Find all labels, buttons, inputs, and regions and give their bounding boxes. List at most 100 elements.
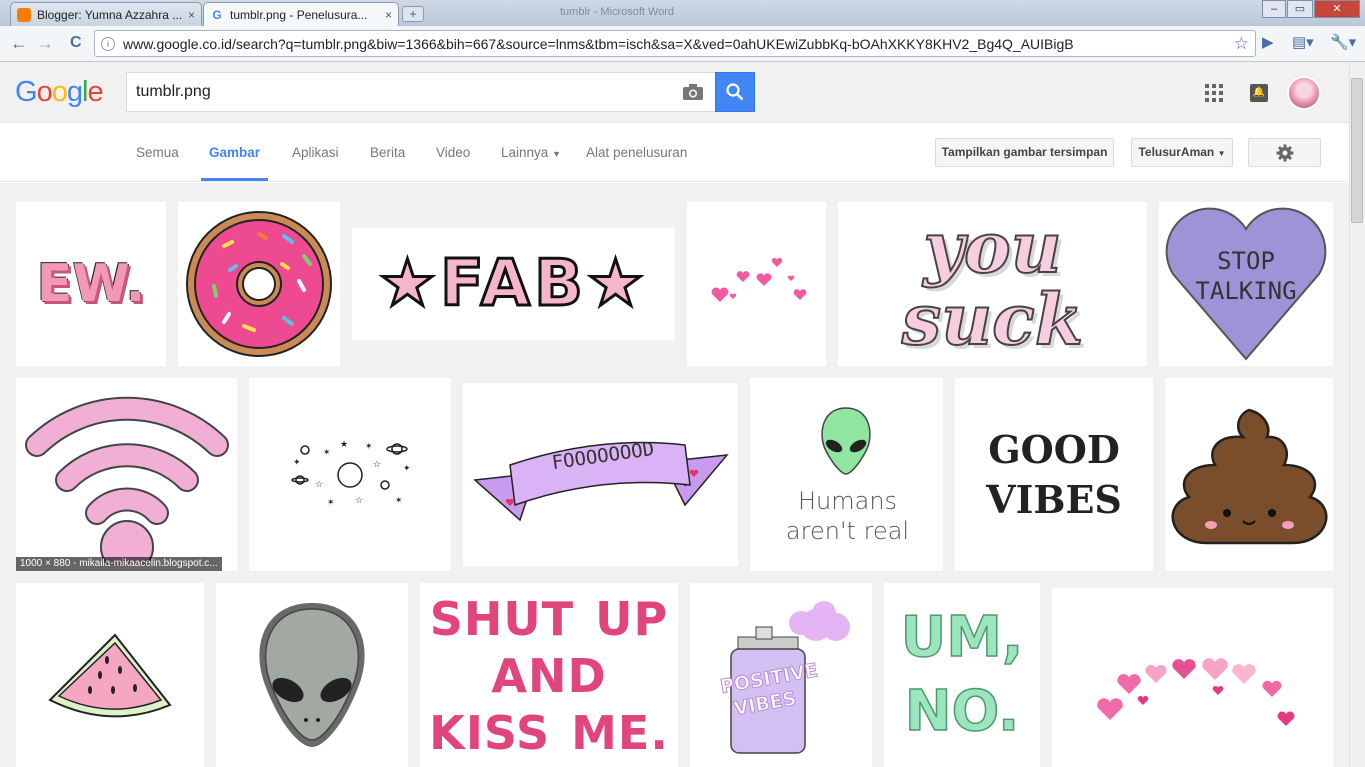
image-result[interactable]: GOOD VIBES — [955, 378, 1153, 571]
alien-patch-image — [258, 603, 365, 747]
image-result[interactable] — [216, 583, 408, 767]
result-text: ★FAB★ — [377, 246, 649, 323]
image-result[interactable]: STOP TALKING — [1159, 202, 1333, 366]
google-logo[interactable]: Google — [15, 76, 104, 109]
result-text: STOP TALKING — [1195, 247, 1297, 305]
tab-gambar[interactable]: Gambar — [209, 145, 260, 160]
image-results-grid: EW. ★FAB★ you suck STOP TALKING 1000 × 8… — [0, 183, 1349, 767]
svg-text:✶: ✶ — [395, 496, 403, 506]
image-meta-caption: 1000 × 880 - mikaila-mikaacelin.blogspot… — [16, 557, 222, 571]
settings-button[interactable] — [1248, 138, 1321, 167]
image-result[interactable]: SHUT UP AND KISS ME. — [420, 583, 678, 767]
new-tab-button[interactable]: + — [402, 6, 424, 22]
tab-title: Blogger: Yumna Azzahra ... — [37, 7, 182, 22]
image-result[interactable]: EW. — [16, 202, 166, 366]
url-text[interactable]: www.google.co.id/search?q=tumblr.png&biw… — [123, 36, 1234, 52]
close-window-button[interactable]: ✕ — [1314, 0, 1360, 18]
image-result[interactable]: POSITIVE VIBES — [690, 583, 872, 767]
svg-text:✶: ✶ — [327, 498, 335, 508]
chevron-down-icon: ▼ — [552, 149, 561, 159]
notifications-bell-icon[interactable]: 🔔 — [1250, 84, 1268, 102]
close-tab-icon[interactable]: × — [385, 8, 392, 22]
safesearch-button[interactable]: TelusurAman ▼ — [1131, 138, 1233, 167]
scrollbar-thumb[interactable] — [1351, 78, 1363, 223]
page-info-icon[interactable]: i — [101, 36, 115, 51]
google-favicon-icon: G — [210, 7, 224, 22]
image-result[interactable] — [178, 202, 340, 366]
chevron-down-icon: ▼ — [1217, 149, 1226, 158]
wrench-icon[interactable]: 🔧▾ — [1330, 33, 1356, 51]
tab-berita[interactable]: Berita — [370, 145, 405, 160]
minimize-button[interactable]: – — [1262, 0, 1286, 18]
google-header: Google 🔔 — [0, 62, 1349, 123]
forward-button[interactable]: → — [36, 34, 54, 52]
blogger-icon — [17, 7, 31, 22]
hearts-image — [711, 257, 806, 302]
image-result[interactable] — [687, 202, 826, 366]
browser-toolbar: ← → C i www.google.co.id/search?q=tumblr… — [0, 26, 1365, 62]
maximize-button[interactable]: ▭ — [1287, 0, 1313, 18]
saved-images-button[interactable]: Tampilkan gambar tersimpan — [935, 138, 1114, 167]
tab-title: tumblr.png - Penelusura... — [230, 7, 368, 22]
camera-icon[interactable] — [683, 84, 703, 100]
play-icon[interactable]: ▶ — [1262, 33, 1274, 51]
image-result[interactable]: UM, NO. — [884, 583, 1040, 767]
tab-blogger[interactable]: Blogger: Yumna Azzahra ... × — [10, 2, 202, 26]
image-result[interactable]: Humans aren't real — [750, 378, 943, 571]
hearts-arc-image — [1096, 657, 1294, 726]
search-nav-bar: Semua Gambar Aplikasi Berita Video Lainn… — [0, 123, 1349, 182]
svg-text:☆: ☆ — [355, 496, 363, 506]
search-icon — [726, 83, 744, 101]
svg-text:☆: ☆ — [373, 460, 381, 470]
tab-lainnya-label: Lainnya — [501, 145, 549, 160]
search-box — [126, 72, 716, 112]
watermelon-image — [48, 633, 172, 718]
poop-emoji-image — [1171, 408, 1327, 544]
result-text: you suck — [901, 206, 1084, 361]
gear-icon — [1276, 144, 1293, 162]
avatar[interactable] — [1287, 76, 1321, 110]
back-button[interactable]: ← — [10, 34, 28, 52]
active-tab-indicator — [201, 178, 268, 181]
star-icon[interactable]: ☆ — [1234, 34, 1249, 54]
tab-google-images[interactable]: G tumblr.png - Penelusura... × — [203, 2, 399, 26]
tab-lainnya[interactable]: Lainnya ▼ — [501, 145, 561, 160]
result-text: Humans aren't real — [785, 487, 910, 545]
image-result[interactable]: 1000 × 880 - mikaila-mikaacelin.blogspot… — [16, 378, 237, 571]
image-result[interactable] — [1165, 378, 1333, 571]
search-button[interactable] — [715, 72, 755, 112]
close-tab-icon[interactable]: × — [188, 8, 195, 22]
banner-image — [472, 441, 729, 521]
svg-text:☆: ☆ — [315, 480, 323, 490]
reload-button[interactable]: C — [70, 34, 82, 52]
search-tools-button[interactable]: Alat penelusuran — [586, 145, 687, 160]
image-result[interactable] — [1052, 588, 1333, 767]
result-text: SHUT UP AND KISS ME. — [429, 592, 669, 760]
donut-image — [186, 211, 332, 357]
window-title: tumblr - Microsoft Word — [560, 6, 675, 18]
page-icon[interactable]: ▤▾ — [1292, 33, 1314, 51]
space-doodle-image: ✶★ ✶ ☆☆✶ ☆✦✦✶ — [291, 440, 411, 508]
svg-text:✶: ✶ — [323, 448, 331, 458]
image-result[interactable]: ★FAB★ — [352, 228, 675, 340]
safesearch-label: TelusurAman — [1138, 145, 1215, 159]
tab-aplikasi[interactable]: Aplikasi — [292, 145, 339, 160]
image-result[interactable]: ✶ ★ ✶ ☆ ☆ ✶ ☆ ✦ ✦ ✶ — [249, 378, 451, 571]
apps-grid-icon[interactable] — [1205, 84, 1223, 102]
alien-head-image — [821, 407, 871, 475]
image-result[interactable]: FOOOOOOOD — [463, 383, 738, 566]
browser-title-bar: Blogger: Yumna Azzahra ... × G tumblr.pn… — [0, 0, 1365, 26]
image-result[interactable]: you suck — [838, 202, 1147, 366]
svg-text:✦: ✦ — [293, 458, 301, 468]
search-input[interactable] — [127, 83, 667, 101]
svg-text:★: ★ — [340, 440, 348, 450]
tab-semua[interactable]: Semua — [136, 145, 179, 160]
result-text: GOOD VIBES — [986, 426, 1122, 522]
tab-video[interactable]: Video — [436, 145, 470, 160]
result-text: UM, NO. — [900, 604, 1024, 745]
image-result[interactable] — [16, 583, 204, 767]
address-bar[interactable]: i www.google.co.id/search?q=tumblr.png&b… — [94, 30, 1256, 57]
svg-text:✦: ✦ — [403, 464, 411, 474]
svg-text:✶: ✶ — [365, 442, 373, 452]
wifi-icon — [24, 396, 229, 565]
